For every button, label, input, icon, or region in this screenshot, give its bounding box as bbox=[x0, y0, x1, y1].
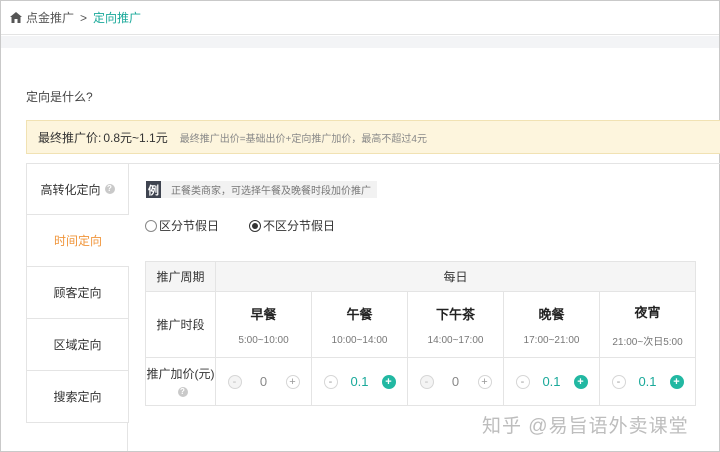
period-header: 推广周期 bbox=[145, 261, 216, 292]
tab-high-conversion-label: 高转化定向 bbox=[40, 182, 101, 197]
tab-customer[interactable]: 顾客定向 bbox=[27, 267, 129, 319]
radio-no-distinguish-holidays-label: 不区分节假日 bbox=[263, 219, 336, 233]
tab-region[interactable]: 区域定向 bbox=[27, 319, 129, 371]
stepper-value[interactable]: 0 bbox=[434, 374, 478, 389]
decrement-button[interactable]: - bbox=[227, 374, 242, 389]
panel-top-border bbox=[128, 163, 720, 164]
what-is-targeting-link[interactable]: 定向是什么? bbox=[26, 88, 93, 105]
quantity-stepper: - 0.1 + bbox=[504, 374, 599, 389]
breadcrumb-current: 定向推广 bbox=[93, 11, 142, 25]
help-icon[interactable]: ? bbox=[104, 184, 115, 194]
meal-afternoon-tea: 下午茶 14:00~17:00 bbox=[407, 291, 504, 358]
increment-button[interactable]: + bbox=[285, 374, 300, 389]
holiday-radio-group: 区分节假日 不区分节假日 bbox=[145, 217, 335, 234]
tab-customer-label: 顾客定向 bbox=[53, 286, 102, 300]
meal-time: 17:00~21:00 bbox=[523, 334, 580, 346]
price-increase-label: 推广加价(元) ? bbox=[145, 357, 216, 406]
radio-no-distinguish-holidays[interactable]: 不区分节假日 bbox=[249, 217, 335, 234]
header-divider-strip bbox=[1, 36, 719, 48]
tab-search-label: 搜索定向 bbox=[53, 390, 102, 404]
radio-distinguish-holidays[interactable]: 区分节假日 bbox=[145, 217, 219, 234]
stepper-value[interactable]: 0.1 bbox=[530, 374, 574, 389]
meal-lunch: 午餐 10:00~14:00 bbox=[311, 291, 408, 358]
watermark: 知乎 @易旨语外卖课堂 bbox=[482, 416, 689, 437]
period-value: 每日 bbox=[215, 261, 696, 292]
meal-name: 夜宵 bbox=[634, 304, 661, 320]
price-stepper-afternoon-tea: - 0 + bbox=[407, 357, 504, 406]
meal-name: 晚餐 bbox=[538, 306, 565, 322]
example-text: 正餐类商家，可选择午餐及晚餐时段加价推广 bbox=[171, 186, 371, 197]
stepper-value[interactable]: 0.1 bbox=[338, 374, 382, 389]
meal-late-night: 夜宵 21:00~次日5:00 bbox=[599, 291, 696, 358]
decrement-button[interactable]: - bbox=[419, 374, 434, 389]
final-price-note: 最终推广出价=基础出价+定向推广加价，最高不超过4元 bbox=[179, 133, 427, 145]
price-increase-label-text: 推广加价(元) bbox=[146, 366, 215, 381]
radio-checked-icon bbox=[249, 219, 262, 232]
help-icon[interactable]: ? bbox=[177, 386, 188, 397]
quantity-stepper: - 0.1 + bbox=[600, 374, 695, 389]
quantity-stepper: - 0 + bbox=[216, 374, 311, 389]
final-price-label: 最终推广价: bbox=[38, 130, 102, 145]
example-tip: 例 正餐类商家，可选择午餐及晚餐时段加价推广 bbox=[146, 181, 377, 198]
price-stepper-dinner: - 0.1 + bbox=[503, 357, 600, 406]
breadcrumb: 点金推广 > 定向推广 bbox=[1, 1, 719, 35]
increment-button[interactable]: + bbox=[381, 374, 396, 389]
meal-time: 21:00~次日5:00 bbox=[612, 336, 683, 348]
example-badge: 例 bbox=[146, 181, 161, 198]
decrement-button[interactable]: - bbox=[515, 374, 530, 389]
time-slot-label: 推广时段 bbox=[145, 291, 216, 358]
tabs-divider bbox=[127, 423, 128, 451]
increment-button[interactable]: + bbox=[477, 374, 492, 389]
tab-region-label: 区域定向 bbox=[53, 338, 102, 352]
decrement-button[interactable]: - bbox=[611, 374, 626, 389]
quantity-stepper: - 0.1 + bbox=[312, 374, 407, 389]
tab-time-label: 时间定向 bbox=[53, 234, 102, 248]
final-price-notice: 最终推广价: 0.8元~1.1元 最终推广出价=基础出价+定向推广加价，最高不超… bbox=[26, 120, 720, 154]
final-price-value: 0.8元~1.1元 bbox=[103, 130, 168, 145]
tab-high-conversion[interactable]: 高转化定向 ? bbox=[27, 163, 129, 215]
meal-time: 10:00~14:00 bbox=[331, 334, 388, 346]
increment-button[interactable]: + bbox=[669, 374, 684, 389]
meal-time: 5:00~10:00 bbox=[238, 334, 289, 346]
price-stepper-late-night: - 0.1 + bbox=[599, 357, 696, 406]
radio-unchecked-icon bbox=[145, 219, 157, 232]
breadcrumb-home-link[interactable]: 点金推广 bbox=[26, 9, 74, 26]
breadcrumb-separator: > bbox=[80, 10, 88, 25]
tab-search[interactable]: 搜索定向 bbox=[27, 371, 129, 423]
price-stepper-lunch: - 0.1 + bbox=[311, 357, 408, 406]
meal-name: 下午茶 bbox=[435, 306, 475, 322]
stepper-value[interactable]: 0.1 bbox=[626, 374, 670, 389]
meal-name: 午餐 bbox=[346, 306, 373, 322]
meal-time: 14:00~17:00 bbox=[427, 334, 484, 346]
stepper-value[interactable]: 0 bbox=[242, 374, 286, 389]
meal-breakfast: 早餐 5:00~10:00 bbox=[215, 291, 312, 358]
decrement-button[interactable]: - bbox=[323, 374, 338, 389]
meal-dinner: 晚餐 17:00~21:00 bbox=[503, 291, 600, 358]
meal-name: 早餐 bbox=[250, 306, 277, 322]
home-icon bbox=[10, 12, 22, 23]
radio-distinguish-holidays-label: 区分节假日 bbox=[159, 219, 220, 233]
tab-time[interactable]: 时间定向 bbox=[27, 215, 129, 267]
targeting-tabs: 高转化定向 ? 时间定向 顾客定向 区域定向 搜索定向 bbox=[26, 163, 129, 423]
increment-button[interactable]: + bbox=[573, 374, 588, 389]
price-stepper-breakfast: - 0 + bbox=[215, 357, 312, 406]
time-pricing-table: 推广周期 每日 推广时段 早餐 5:00~10:00 午餐 10:00~14:0… bbox=[145, 261, 696, 406]
quantity-stepper: - 0 + bbox=[408, 374, 503, 389]
